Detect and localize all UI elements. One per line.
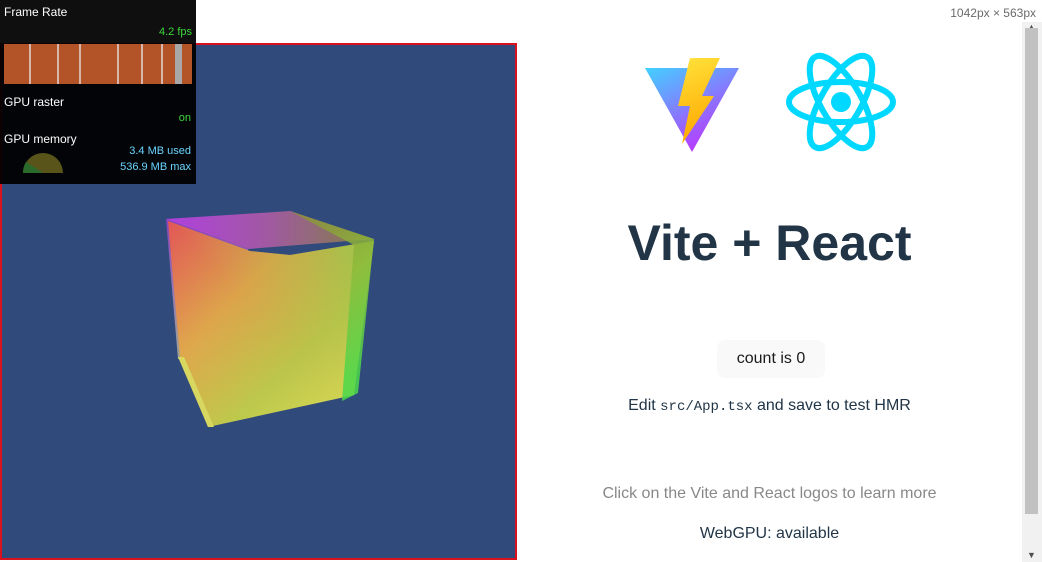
gpu-memory-label: GPU memory	[4, 132, 77, 146]
edit-hint: Edit src/App.tsx and save to test HMR	[517, 397, 1022, 415]
edit-hint-suffix: and save to test HMR	[752, 397, 911, 414]
vite-logo-link[interactable]	[642, 56, 742, 154]
gpu-raster-value: on	[178, 112, 191, 124]
gpu-memory-used: 3.4 MB used	[129, 145, 191, 157]
rendering-stats-overlay: Frame Rate 4.2 fps GPU raster on GPU mem…	[0, 0, 196, 184]
vertical-scrollbar[interactable]: ▲ ▼	[1022, 22, 1042, 562]
gpu-memory-gauge	[22, 153, 63, 173]
edit-hint-file: src/App.tsx	[660, 399, 753, 415]
vite-logo-icon	[645, 58, 739, 152]
gpu-memory-max: 536.9 MB max	[120, 161, 191, 173]
count-button[interactable]: count is 0	[717, 340, 825, 378]
react-logo-icon	[786, 52, 896, 152]
fps-graph	[4, 44, 192, 84]
edit-hint-prefix: Edit	[628, 397, 661, 414]
read-the-docs: Click on the Vite and React logos to lea…	[602, 485, 937, 502]
webgpu-status: WebGPU: available	[699, 525, 840, 542]
react-logo-link[interactable]	[785, 50, 897, 154]
app-root: Vite + React count is 0 Edit src/App.tsx…	[517, 0, 1022, 562]
scroll-down-arrow-icon[interactable]: ▼	[1027, 550, 1036, 560]
frame-rate-label: Frame Rate	[4, 5, 68, 19]
page-title: Vite + React	[627, 215, 912, 271]
scrollbar-thumb[interactable]	[1025, 28, 1038, 514]
gpu-raster-label: GPU raster	[4, 95, 65, 109]
fps-value: 4.2 fps	[158, 26, 192, 38]
